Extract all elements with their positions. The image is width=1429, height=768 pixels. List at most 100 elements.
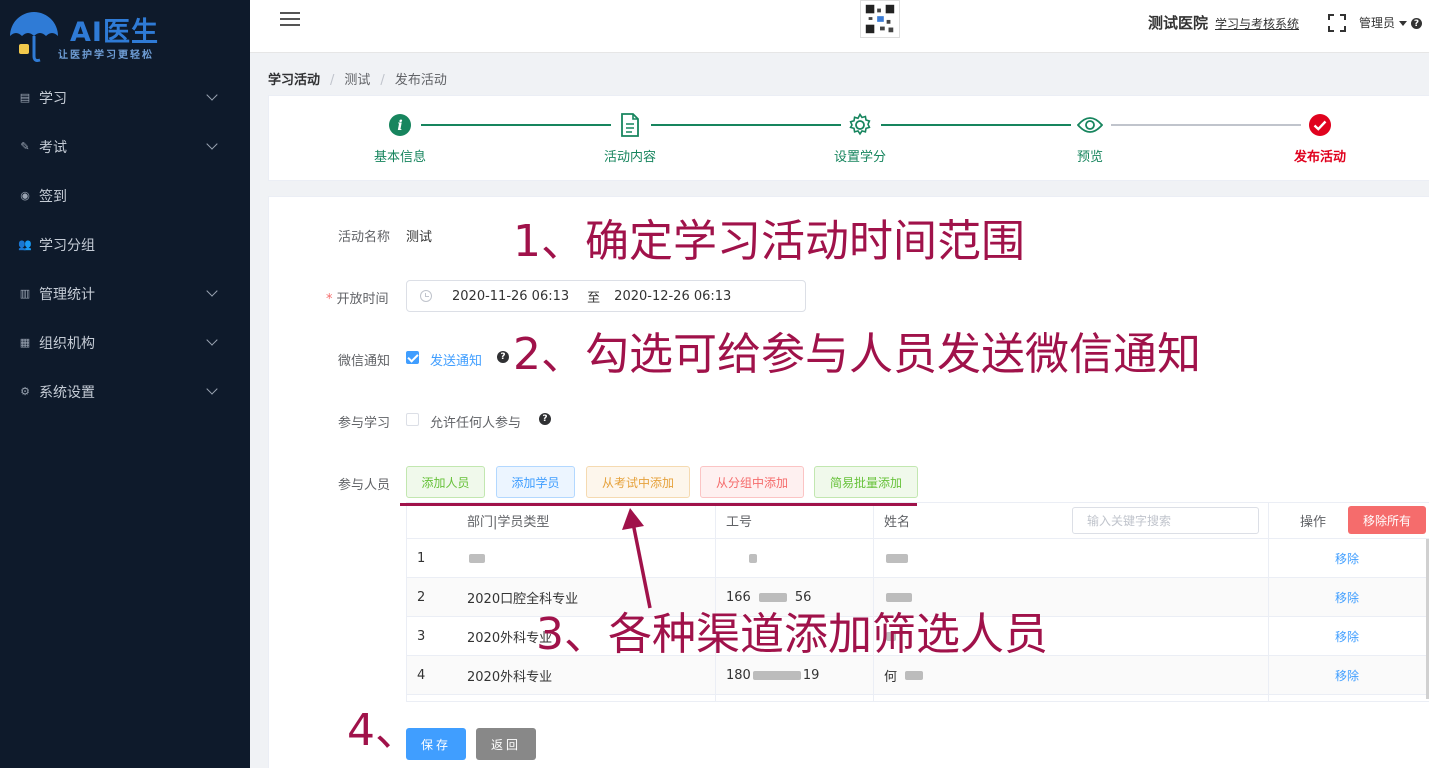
help-icon[interactable]: ? bbox=[539, 413, 551, 425]
user-menu[interactable]: 管理员? bbox=[1359, 14, 1423, 31]
name-cell bbox=[884, 539, 910, 577]
step-connector bbox=[1111, 124, 1301, 126]
column-header: 工号 bbox=[726, 515, 753, 530]
activity-name-label: 活动名称 bbox=[338, 230, 391, 245]
wechat-notify-checkbox[interactable] bbox=[406, 351, 419, 364]
caret-down-icon bbox=[1399, 21, 1408, 26]
breadcrumb-item: 发布活动 bbox=[394, 73, 447, 88]
app-root: AI医生 让医护学习更轻松 ▤ 学习 ✎ 考试 ◉ 签到 👥 学习分组 ▥ 管理… bbox=[0, 0, 1429, 768]
allow-anyone-checkbox[interactable] bbox=[406, 413, 419, 426]
menu-toggle-icon[interactable] bbox=[280, 12, 300, 28]
allow-anyone-option[interactable]: 允许任何人参与 bbox=[430, 412, 521, 431]
publish-form: 活动名称 测试 * 开放时间 2020-11-26 06:13 至 2020-12… bbox=[268, 196, 1429, 768]
remove-link[interactable]: 移除 bbox=[1335, 539, 1359, 577]
qr-code-icon[interactable] bbox=[860, 0, 900, 38]
remove-link[interactable]: 移除 bbox=[1335, 617, 1359, 655]
sidebar-item-settings[interactable]: ⚙ 系统设置 bbox=[0, 367, 250, 416]
join-label: 参与学习 bbox=[338, 416, 391, 431]
chevron-down-icon bbox=[206, 383, 218, 395]
umbrella-logo-icon bbox=[10, 12, 58, 62]
top-header: 测试医院 学习与考核系统 管理员? bbox=[250, 0, 1429, 53]
logo: AI医生 让医护学习更轻松 bbox=[6, 6, 246, 64]
dept-cell: 2020外科专业 bbox=[467, 669, 553, 685]
row-index: 1 bbox=[417, 550, 426, 566]
gear-icon: ⚙ bbox=[20, 385, 30, 398]
bar-chart-icon: ▥ bbox=[19, 287, 31, 300]
start-time-input[interactable]: 2020-11-26 06:13 bbox=[452, 289, 569, 304]
column-divider bbox=[715, 503, 716, 701]
sidebar-item-label: 系统设置 bbox=[39, 384, 95, 401]
remove-link[interactable]: 移除 bbox=[1335, 578, 1359, 616]
breadcrumb-item[interactable]: 测试 bbox=[344, 73, 370, 88]
step-title: 设置学分 bbox=[833, 150, 886, 165]
row-index: 4 bbox=[417, 667, 426, 683]
help-icon[interactable]: ? bbox=[497, 351, 509, 363]
fullscreen-icon[interactable] bbox=[1328, 14, 1346, 32]
svg-text:i: i bbox=[397, 118, 402, 134]
eye-icon bbox=[1077, 112, 1103, 138]
activity-name-value: 测试 bbox=[406, 230, 433, 245]
remove-all-button[interactable]: 移除所有 bbox=[1348, 506, 1426, 534]
sidebar-item-label: 签到 bbox=[39, 188, 67, 205]
sidebar-item-stats[interactable]: ▥ 管理统计 bbox=[0, 269, 250, 318]
step-preview: 预览 bbox=[1050, 112, 1130, 165]
table-row: 1 移除 bbox=[407, 539, 1429, 578]
building-icon: ▦ bbox=[19, 336, 31, 349]
sidebar-menu: ▤ 学习 ✎ 考试 ◉ 签到 👥 学习分组 ▥ 管理统计 ▦ 组织机构 ⚙ 系统… bbox=[0, 73, 250, 416]
open-time-label: * 开放时间 bbox=[326, 292, 389, 307]
remove-link[interactable]: 移除 bbox=[1335, 656, 1359, 694]
help-icon[interactable]: ? bbox=[1411, 18, 1423, 29]
date-range-picker[interactable]: 2020-11-26 06:13 至 2020-12-26 06:13 bbox=[406, 280, 806, 312]
chevron-down-icon bbox=[206, 285, 218, 297]
id-cell: 180 19 bbox=[726, 667, 820, 683]
system-link[interactable]: 学习与考核系统 bbox=[1215, 15, 1299, 32]
sidebar-item-exam[interactable]: ✎ 考试 bbox=[0, 122, 250, 171]
step-connector bbox=[651, 124, 841, 126]
document-icon bbox=[617, 112, 643, 138]
user-group-icon: 👥 bbox=[18, 238, 32, 251]
keyword-search-input[interactable]: 输入关键字搜索 bbox=[1072, 507, 1259, 534]
annotation-step-3: 3、各种渠道添加筛选人员 bbox=[536, 609, 1048, 660]
step-set-credits: 设置学分 bbox=[820, 112, 900, 165]
row-index: 3 bbox=[417, 628, 426, 644]
sidebar-item-study-group[interactable]: 👥 学习分组 bbox=[0, 220, 250, 269]
back-button[interactable]: 返回 bbox=[476, 728, 536, 760]
add-from-group-button[interactable]: 从分组中添加 bbox=[700, 466, 804, 498]
id-cell bbox=[747, 539, 759, 577]
sidebar-item-organization[interactable]: ▦ 组织机构 bbox=[0, 318, 250, 367]
column-header: 操作 bbox=[1300, 515, 1327, 530]
step-connector bbox=[421, 124, 611, 126]
sidebar-item-label: 组织机构 bbox=[39, 335, 95, 352]
check-icon bbox=[1307, 112, 1333, 138]
bulk-add-button[interactable]: 简易批量添加 bbox=[814, 466, 918, 498]
add-student-button[interactable]: 添加学员 bbox=[496, 466, 575, 498]
step-title: 预览 bbox=[1076, 150, 1103, 165]
sidebar-item-study[interactable]: ▤ 学习 bbox=[0, 73, 250, 122]
add-from-exam-button[interactable]: 从考试中添加 bbox=[586, 466, 690, 498]
column-header: 部门|学员类型 bbox=[467, 515, 550, 530]
range-separator: 至 bbox=[587, 290, 601, 306]
add-personnel-button[interactable]: 添加人员 bbox=[406, 466, 485, 498]
gear-icon bbox=[847, 112, 873, 138]
table-row: 4 2020外科专业 180 19 何 移除 bbox=[407, 656, 1429, 695]
brand-slogan: 让医护学习更轻松 bbox=[58, 50, 154, 61]
sidebar-item-label: 学习分组 bbox=[39, 237, 95, 254]
edit-icon: ✎ bbox=[20, 140, 30, 153]
participants-label: 参与人员 bbox=[338, 478, 391, 493]
step-activity-content: 活动内容 bbox=[590, 112, 670, 165]
annotation-step-1: 1、确定学习活动时间范围 bbox=[513, 216, 1025, 267]
sidebar-item-label: 学习 bbox=[39, 90, 67, 107]
breadcrumb: 学习活动 / 测试 / 发布活动 bbox=[268, 73, 447, 88]
wechat-label: 微信通知 bbox=[338, 354, 391, 369]
wechat-notify-option[interactable]: 发送通知 bbox=[430, 350, 482, 369]
sidebar-item-checkin[interactable]: ◉ 签到 bbox=[0, 171, 250, 220]
sidebar-item-label: 管理统计 bbox=[39, 286, 95, 303]
sidebar-item-label: 考试 bbox=[39, 139, 67, 156]
row-index: 2 bbox=[417, 589, 426, 605]
step-title: 基本信息 bbox=[373, 150, 426, 165]
brand-name: AI医生 bbox=[70, 17, 159, 48]
chevron-down-icon bbox=[206, 334, 218, 346]
end-time-input[interactable]: 2020-12-26 06:13 bbox=[614, 289, 731, 304]
breadcrumb-item[interactable]: 学习活动 bbox=[268, 73, 320, 88]
name-cell: 何 bbox=[884, 656, 925, 694]
